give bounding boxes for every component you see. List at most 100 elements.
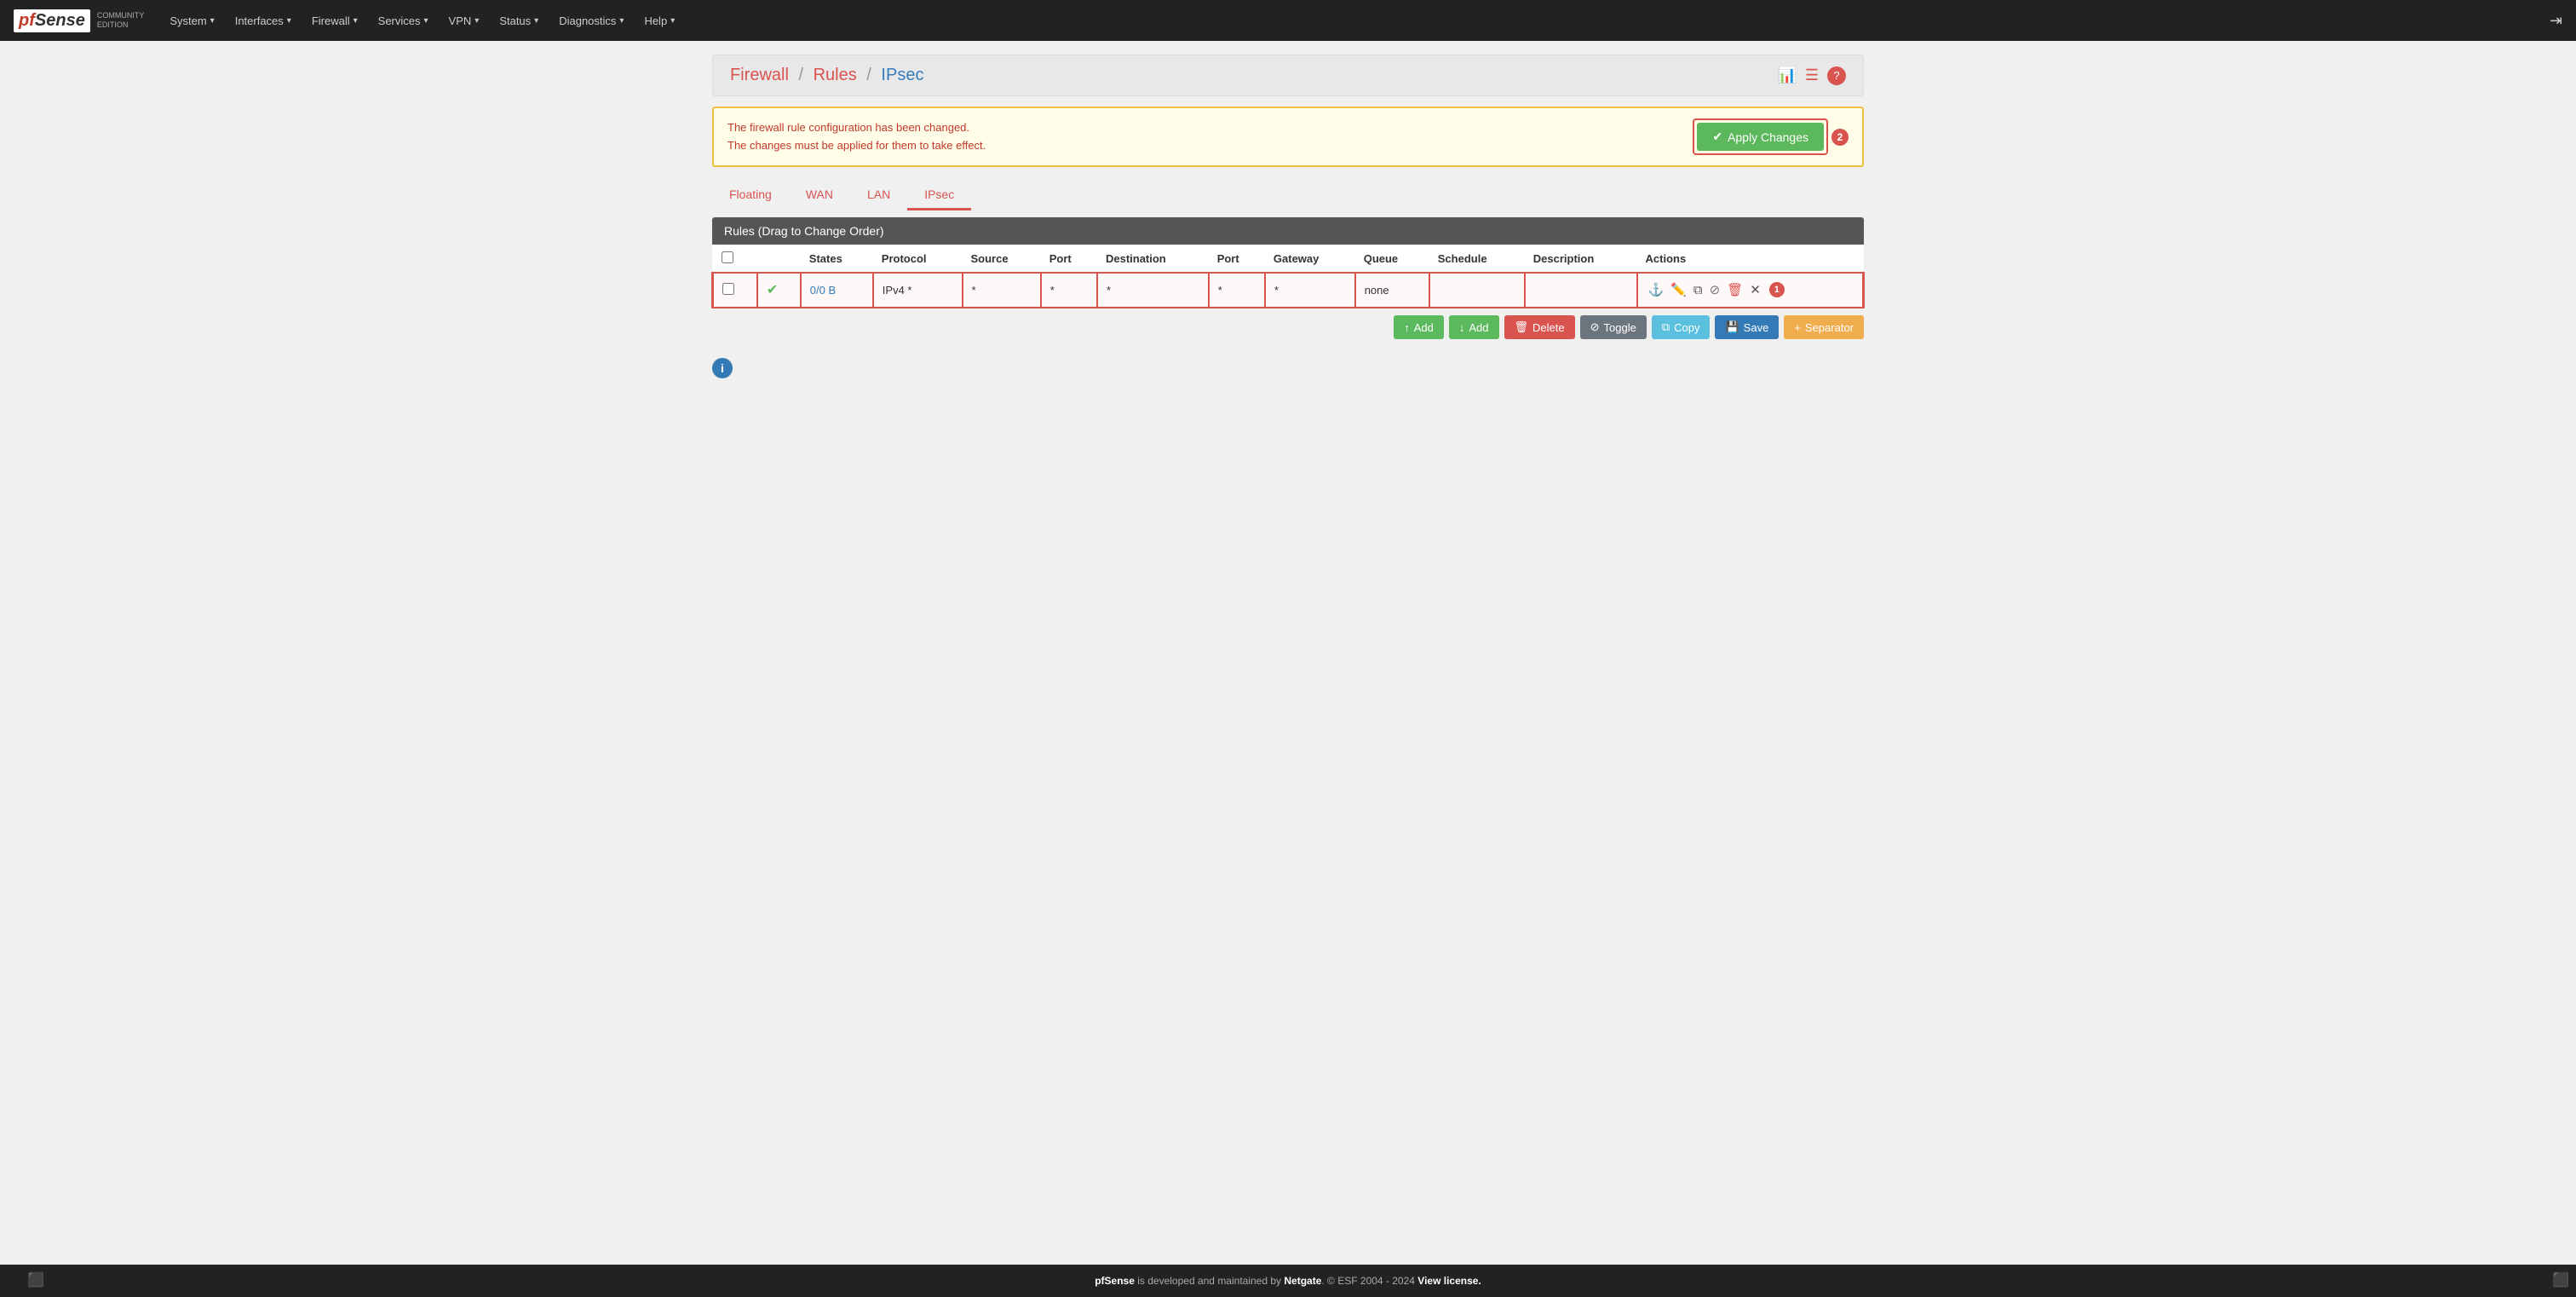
nav-status[interactable]: Status ▾ [491, 9, 547, 32]
reject-icon[interactable]: ✕ [1748, 280, 1762, 299]
navbar: pfSense COMMUNITYEDITION System ▾ Interf… [0, 0, 2576, 41]
apply-badge: 2 [1831, 129, 1849, 146]
breadcrumb: Firewall / Rules / IPsec [730, 66, 923, 85]
col-states: States [801, 245, 873, 274]
col-gateway: Gateway [1265, 245, 1355, 274]
save-icon: 💾 [1725, 320, 1739, 334]
col-schedule: Schedule [1429, 245, 1525, 274]
add-below-label: Add [1469, 321, 1488, 334]
footer: ⬛ ⬛ pfSense is developed and maintained … [0, 1265, 2576, 1297]
alert-text: The firewall rule configuration has been… [727, 119, 986, 155]
edit-icon[interactable]: ✏️ [1669, 280, 1688, 299]
nav-help[interactable]: Help ▾ [635, 9, 683, 32]
list-icon[interactable]: ☰ [1805, 66, 1819, 84]
row-source-cell: * [963, 274, 1041, 307]
col-source: Source [963, 245, 1041, 274]
info-icon[interactable]: i [712, 358, 733, 378]
anchor-icon[interactable]: ⚓ [1647, 280, 1666, 299]
tab-ipsec[interactable]: IPsec [907, 181, 971, 210]
chart-icon[interactable]: 📊 [1777, 66, 1796, 84]
bc-sep-1: / [798, 66, 808, 84]
add-above-icon: ↑ [1404, 321, 1410, 334]
nav-items: System ▾ Interfaces ▾ Firewall ▾ Service… [161, 9, 2550, 32]
logout-icon[interactable]: ⇥ [2550, 12, 2562, 30]
brand-logo[interactable]: pfSense COMMUNITYEDITION [14, 9, 144, 32]
row-gateway-cell: * [1265, 274, 1355, 307]
footer-right-icon[interactable]: ⬛ [2552, 1271, 2569, 1288]
nav-diagnostics[interactable]: Diagnostics ▾ [550, 9, 632, 32]
col-source-port: Port [1041, 245, 1097, 274]
page-content: Firewall / Rules / IPsec 📊 ☰ ? The firew… [692, 41, 1884, 392]
footer-left-icon[interactable]: ⬛ [27, 1271, 44, 1288]
nav-interfaces-caret: ▾ [287, 16, 291, 26]
delete-icon[interactable]: 🗑 [1725, 280, 1745, 299]
delete-btn-label: Delete [1532, 321, 1565, 334]
row-actions-cell: ⚓ ✏️ ⧉ ⊘ 🗑 ✕ 1 [1637, 274, 1863, 307]
tabs: Floating WAN LAN IPsec [712, 181, 1864, 210]
action-buttons: ↑ Add ↓ Add 🗑 Delete ⊘ Toggle ⧉ Copy 💾 S [712, 307, 1864, 348]
bc-firewall[interactable]: Firewall [730, 66, 789, 84]
edition-label: COMMUNITYEDITION [97, 11, 145, 30]
logo-box: pfSense [14, 9, 90, 32]
alert-banner: The firewall rule configuration has been… [712, 107, 1864, 167]
row-description-cell [1525, 274, 1637, 307]
col-description: Description [1525, 245, 1637, 274]
page-header: Firewall / Rules / IPsec 📊 ☰ ? [712, 55, 1864, 96]
col-queue: Queue [1355, 245, 1429, 274]
save-button[interactable]: 💾 Save [1715, 315, 1779, 339]
nav-status-caret: ▾ [534, 16, 538, 26]
nav-vpn-caret: ▾ [474, 16, 479, 26]
nav-services[interactable]: Services ▾ [370, 9, 437, 32]
table-header-row: States Protocol Source Port Destination … [713, 245, 1863, 274]
add-above-label: Add [1414, 321, 1434, 334]
col-protocol: Protocol [873, 245, 963, 274]
table-row: ✔ 0/0 B IPv4 * * * * * * none ⚓ ✏️ [713, 274, 1863, 307]
col-actions: Actions [1637, 245, 1863, 274]
add-below-icon: ↓ [1459, 321, 1465, 334]
alert-line2: The changes must be applied for them to … [727, 137, 986, 155]
separator-button[interactable]: + Separator [1784, 315, 1864, 339]
alert-action: ✔ Apply Changes 2 [1693, 118, 1849, 155]
row-schedule-cell [1429, 274, 1525, 307]
row-queue-cell: none [1355, 274, 1429, 307]
states-link[interactable]: 0/0 B [810, 284, 836, 297]
row-states-cell: 0/0 B [801, 274, 873, 307]
bc-rules[interactable]: Rules [814, 66, 857, 84]
tab-wan[interactable]: WAN [789, 181, 850, 210]
row-badge: 1 [1769, 282, 1785, 297]
nav-system[interactable]: System ▾ [161, 9, 222, 32]
copy-btn-icon: ⧉ [1662, 320, 1670, 334]
delete-btn-icon: 🗑 [1515, 320, 1529, 334]
col-dest-port: Port [1209, 245, 1265, 274]
toggle-button[interactable]: ⊘ Toggle [1580, 315, 1647, 339]
nav-vpn[interactable]: VPN ▾ [440, 9, 488, 32]
copy-button[interactable]: ⧉ Copy [1652, 315, 1711, 339]
tab-lan[interactable]: LAN [850, 181, 907, 210]
row-destination-cell: * [1097, 274, 1209, 307]
nav-interfaces[interactable]: Interfaces ▾ [227, 9, 300, 32]
nav-diagnostics-caret: ▾ [619, 16, 624, 26]
footer-icons: ⬛ ⬛ [10, 1271, 2576, 1288]
toggle-label: Toggle [1604, 321, 1636, 334]
nav-firewall[interactable]: Firewall ▾ [303, 9, 366, 32]
tab-floating[interactable]: Floating [712, 181, 789, 210]
select-all-checkbox[interactable] [722, 251, 733, 263]
nav-system-caret: ▾ [210, 16, 215, 26]
apply-changes-button[interactable]: ✔ Apply Changes [1697, 123, 1824, 151]
add-below-button[interactable]: ↓ Add [1449, 315, 1499, 339]
help-icon[interactable]: ? [1827, 66, 1846, 85]
header-icons: 📊 ☰ ? [1777, 66, 1846, 85]
row-checkbox[interactable] [722, 283, 734, 295]
copy-icon[interactable]: ⧉ [1692, 281, 1705, 299]
row-dest-port-cell: * [1209, 274, 1265, 307]
disable-icon[interactable]: ⊘ [1708, 280, 1722, 299]
add-above-button[interactable]: ↑ Add [1394, 315, 1444, 339]
row-protocol-cell: IPv4 * [873, 274, 963, 307]
table-section: Rules (Drag to Change Order) States Prot… [712, 217, 1864, 348]
row-source-port-cell: * [1041, 274, 1097, 307]
action-icons: ⚓ ✏️ ⧉ ⊘ 🗑 ✕ 1 [1647, 280, 1854, 299]
separator-icon: + [1794, 321, 1801, 334]
bc-sep-2: / [866, 66, 876, 84]
delete-button[interactable]: 🗑 Delete [1504, 315, 1575, 339]
alert-line1: The firewall rule configuration has been… [727, 119, 986, 137]
